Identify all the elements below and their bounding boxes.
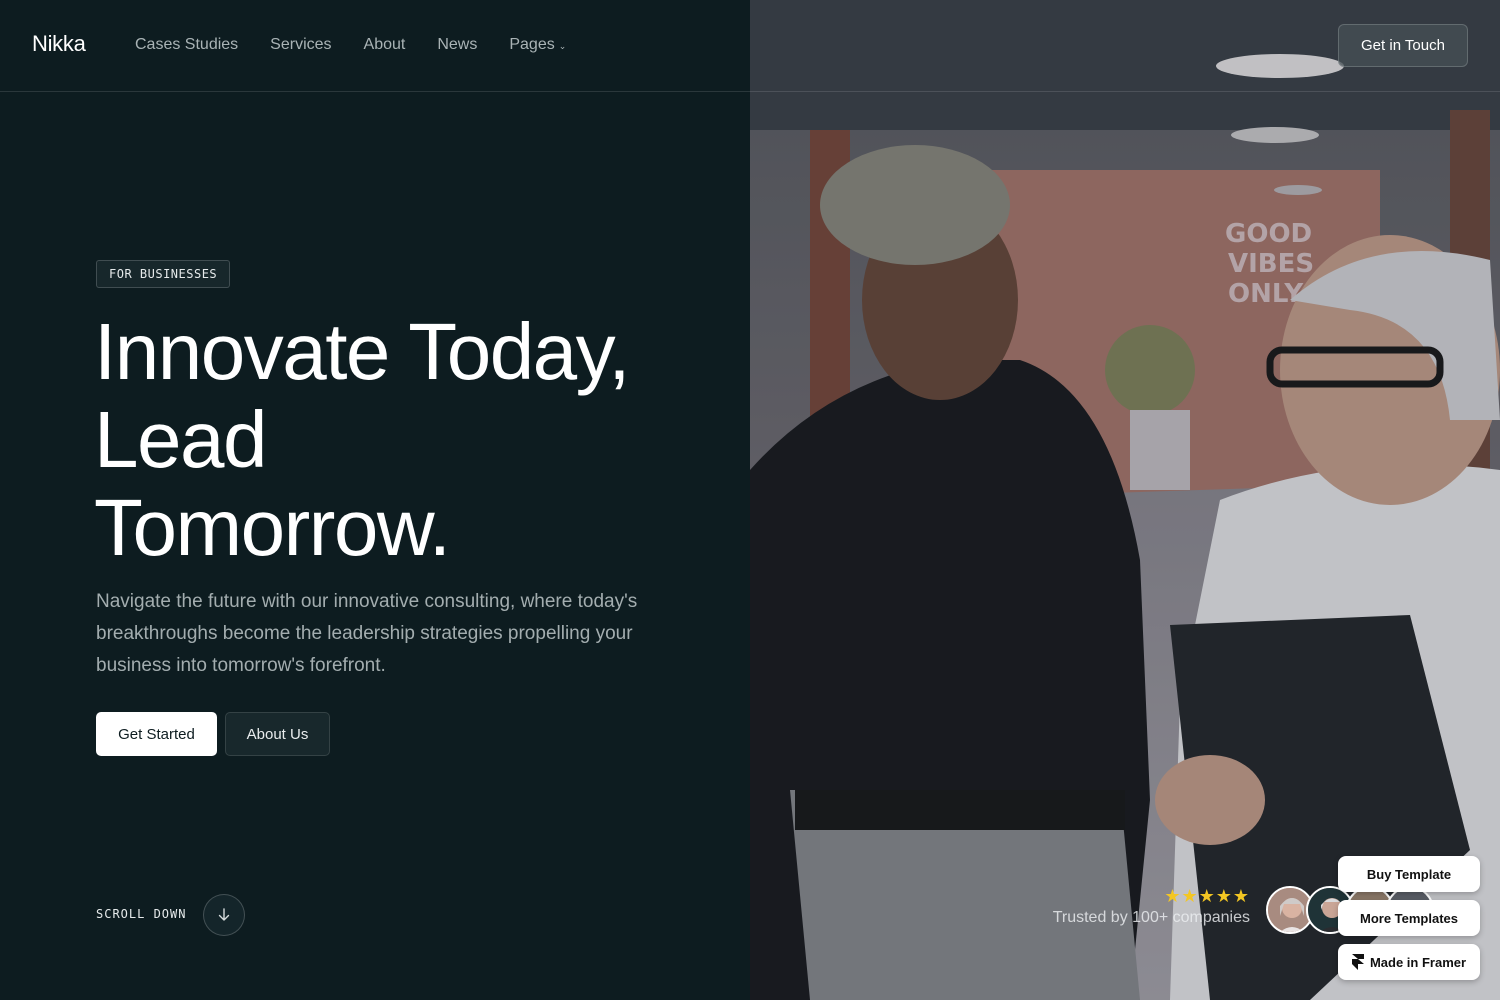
hero-headline: Innovate Today, Lead Tomorrow. <box>94 308 714 572</box>
top-navigation: Nikka Cases Studies Services About News … <box>0 0 1500 92</box>
scroll-down-label: SCROLL DOWN <box>96 907 187 921</box>
hero-photo: GOOD VIBES ONLY <box>750 0 1500 1000</box>
main-nav: Cases Studies Services About News Pages … <box>135 36 566 54</box>
arrow-down-icon <box>218 908 230 921</box>
more-templates-button[interactable]: More Templates <box>1338 900 1480 936</box>
nav-item-about[interactable]: About <box>364 36 406 54</box>
framer-actions: Buy Template More Templates Made in Fram… <box>1338 856 1480 988</box>
framer-logo-icon <box>1351 954 1364 970</box>
headline-line-1: Innovate Today, <box>94 307 630 396</box>
chevron-down-icon: ⌄ <box>558 40 567 51</box>
get-started-button[interactable]: Get Started <box>96 712 217 756</box>
buy-template-button[interactable]: Buy Template <box>1338 856 1480 892</box>
trust-block: ★★★★★ Trusted by 100+ companies <box>1040 886 1250 927</box>
get-in-touch-button[interactable]: Get in Touch <box>1338 24 1468 67</box>
nav-item-pages-label: Pages <box>509 36 555 53</box>
hero-subtitle: Navigate the future with our innovative … <box>96 591 638 676</box>
made-in-framer-button[interactable]: Made in Framer <box>1338 944 1480 980</box>
about-us-button[interactable]: About Us <box>225 712 330 756</box>
trust-text: Trusted by 100+ companies <box>1052 909 1250 926</box>
rating-stars-icon: ★★★★★ <box>1164 886 1250 906</box>
nav-item-pages[interactable]: Pages ⌄ <box>509 36 566 54</box>
logo[interactable]: Nikka <box>32 31 86 57</box>
nav-item-services[interactable]: Services <box>270 36 331 54</box>
made-in-framer-label: Made in Framer <box>1369 954 1467 970</box>
nav-item-cases-studies[interactable]: Cases Studies <box>135 36 238 54</box>
nav-item-news[interactable]: News <box>437 36 477 54</box>
scroll-down-button[interactable] <box>203 894 245 936</box>
headline-line-2: Lead <box>94 395 267 484</box>
photo-tint <box>750 0 1500 1000</box>
headline-line-3: Tomorrow. <box>94 483 451 572</box>
hero-left-panel: FOR BUSINESSES Innovate Today, Lead Tomo… <box>0 0 750 1000</box>
hero-tag: FOR BUSINESSES <box>96 260 231 288</box>
